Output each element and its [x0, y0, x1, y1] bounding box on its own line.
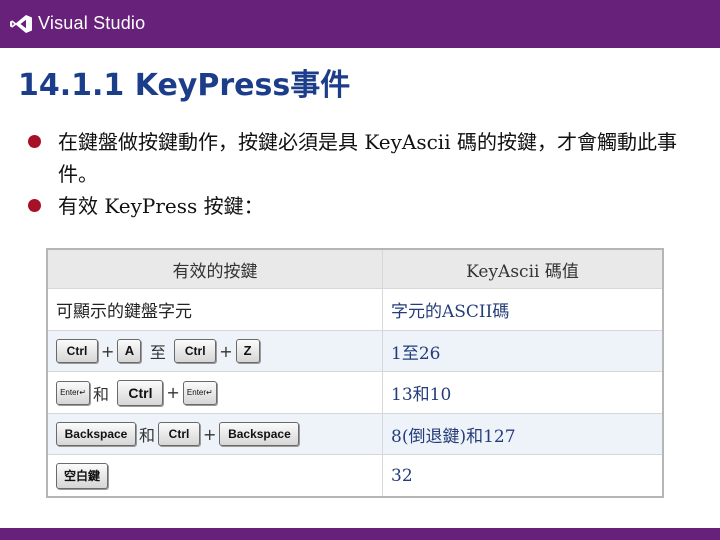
bullet-dot-icon: [28, 199, 41, 212]
bottom-banner: [0, 528, 720, 540]
ctrl-key-icon: Ctrl: [117, 379, 164, 406]
plus-sign: +: [166, 383, 180, 403]
table-cell: 1至26: [382, 329, 664, 373]
ctrl-key-icon: Ctrl: [158, 422, 201, 447]
backspace-key-icon: Backspace: [219, 422, 300, 447]
table-header-row: 有效的按鍵 KeyAscii 碼值: [46, 248, 664, 290]
table-header-cell: 有效的按鍵: [46, 248, 383, 290]
ctrl-key-icon: Ctrl: [56, 339, 98, 364]
table-cell: Backspace 和 Ctrl + Backspace: [46, 412, 383, 456]
enter-key-icon: Enter↵: [56, 380, 90, 405]
bullet-list: 在鍵盤做按鍵動作，按鍵必須是具 KeyAscii 碼的按鍵，才會觸動此事件。 有…: [28, 126, 688, 222]
and-text: 和: [139, 426, 156, 446]
bullet-text: 有效 KeyPress 按鍵：: [58, 194, 264, 218]
page-title: 14.1.1 KeyPress事件: [18, 68, 351, 103]
table-row: 空白鍵 32: [46, 454, 664, 498]
table-cell: 字元的ASCII碼: [382, 288, 664, 331]
table-row: Enter↵ 和 Ctrl + Enter↵ 13和10: [46, 371, 664, 414]
table-cell: 32: [382, 454, 664, 498]
space-key-icon: 空白鍵: [56, 462, 108, 489]
backspace-key-icon: Backspace: [56, 422, 136, 447]
a-key-icon: A: [117, 339, 142, 364]
table-row: Ctrl + A 至 Ctrl + Z 1至26: [46, 329, 664, 373]
table-cell: 空白鍵: [46, 454, 383, 498]
table-cell: 8(倒退鍵)和127: [382, 412, 664, 456]
plus-sign: +: [203, 424, 217, 444]
table-header-cell: KeyAscii 碼值: [382, 248, 664, 290]
z-key-icon: Z: [235, 339, 260, 364]
table-row: 可顯示的鍵盤字元 字元的ASCII碼: [46, 288, 664, 331]
table-cell: 可顯示的鍵盤字元: [46, 288, 383, 331]
bullet-dot-icon: [28, 135, 41, 148]
table-cell: Ctrl + A 至 Ctrl + Z: [46, 329, 383, 373]
brand-name: Visual Studio: [38, 13, 146, 33]
keypress-table: 有效的按鍵 KeyAscii 碼值 可顯示的鍵盤字元 字元的ASCII碼 Ctr…: [46, 248, 664, 498]
table-row: Backspace 和 Ctrl + Backspace 8(倒退鍵)和127: [46, 412, 664, 456]
bullet-item: 有效 KeyPress 按鍵：: [28, 190, 688, 222]
enter-key-icon: Enter↵: [182, 380, 217, 405]
table-cell: 13和10: [382, 371, 664, 414]
bullet-item: 在鍵盤做按鍵動作，按鍵必須是具 KeyAscii 碼的按鍵，才會觸動此事件。: [28, 126, 688, 190]
plus-sign: +: [101, 341, 115, 361]
plus-sign: +: [219, 341, 233, 361]
visual-studio-logo-icon: [10, 15, 32, 33]
top-banner: Visual Studio: [0, 0, 720, 48]
ctrl-key-icon: Ctrl: [174, 339, 217, 364]
bullet-text: 在鍵盤做按鍵動作，按鍵必須是具 KeyAscii 碼的按鍵，才會觸動此事件。: [58, 130, 677, 186]
table-cell: Enter↵ 和 Ctrl + Enter↵: [46, 371, 383, 414]
to-text: 至: [149, 343, 166, 363]
and-text: 和: [93, 384, 110, 404]
